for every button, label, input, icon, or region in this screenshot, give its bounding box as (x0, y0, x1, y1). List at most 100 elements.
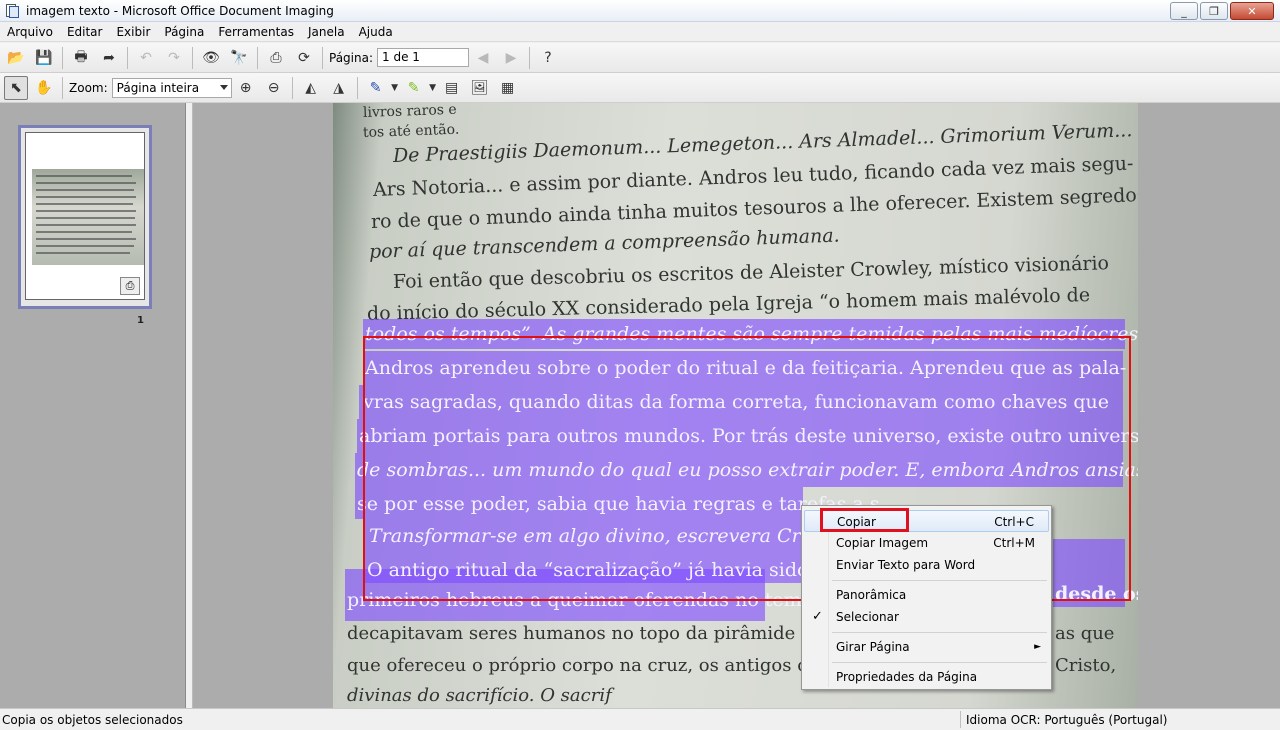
menu-editar[interactable]: Editar (60, 22, 110, 42)
find-button[interactable]: 🔭 (227, 46, 251, 70)
minimize-icon: _ (1181, 4, 1187, 18)
ocr-language: Idioma OCR: Português (Portugal) (966, 712, 1168, 727)
text-line: as que (1055, 623, 1115, 644)
close-button[interactable]: ✕ (1230, 2, 1274, 20)
open-button[interactable]: 📂 (4, 46, 28, 70)
status-divider (960, 711, 961, 728)
binoculars-icon: 🔭 (230, 49, 248, 66)
window-title: imagem texto - Microsoft Office Document… (26, 3, 334, 18)
recognize-text-button[interactable]: 👁 (199, 46, 223, 70)
zoom-in-button[interactable]: ⊕ (234, 76, 258, 100)
menu-item-enviar-texto-para-word[interactable]: Enviar Texto para Word (804, 554, 1049, 576)
thumbnail-pane: ⎙ 1 (0, 103, 186, 708)
zoom-value: Página inteira (116, 80, 200, 95)
folder-open-icon: 📂 (7, 49, 25, 66)
minimize-button[interactable]: _ (1170, 2, 1198, 20)
undo-icon: ↶ (140, 49, 152, 66)
menu-item-selecionar[interactable]: ✓ Selecionar (804, 606, 1049, 628)
picture-icon: 🖼 (470, 79, 489, 96)
text-box-icon: ▤ (445, 79, 459, 96)
menu-item-label: Selecionar (836, 610, 899, 624)
menu-item-label: Propriedades da Página (836, 670, 978, 684)
separator (192, 46, 193, 69)
save-button[interactable]: 💾 (32, 46, 56, 70)
zoom-out-button[interactable]: ⊖ (262, 76, 286, 100)
ocr-badge-icon: ⎙ (120, 277, 140, 295)
separator (529, 46, 531, 69)
zoom-select[interactable]: Página inteira (111, 77, 232, 98)
status-message: Copia os objetos selecionados (2, 712, 183, 727)
rotate-scan-button[interactable]: ⟳ (292, 46, 316, 70)
check-icon: ✓ (812, 609, 823, 624)
menu-exibir[interactable]: Exibir (109, 22, 157, 42)
close-icon: ✕ (1247, 4, 1257, 18)
restore-button[interactable]: ❐ (1200, 2, 1228, 20)
print-button[interactable]: 🖶 (69, 46, 93, 70)
hide-annotations-button[interactable]: ▦ (496, 76, 520, 100)
menu-ajuda[interactable]: Ajuda (352, 22, 400, 42)
send-button[interactable]: ➦ (97, 46, 121, 70)
standard-toolbar: 📂 💾 🖶 ➦ ↶ ↷ 👁 🔭 ⎙ ⟳ Página: 1 de 1 ◀ ▶ ? (0, 43, 1280, 73)
menu-janela[interactable]: Janela (301, 22, 352, 42)
highlighter-button[interactable]: ✎ (402, 76, 426, 100)
thumbnail-image (32, 169, 144, 265)
text-box-button[interactable]: ▤ (440, 76, 464, 100)
page-label: Página: (329, 50, 374, 65)
pen-button[interactable]: ✎ (364, 76, 388, 100)
copiar-callout-box (820, 508, 909, 532)
separator (62, 76, 63, 99)
menu-separator (832, 632, 1047, 633)
menu-pagina[interactable]: Página (157, 22, 211, 42)
page-thumbnail[interactable]: ⎙ (18, 125, 152, 309)
menu-item-label: Girar Página (836, 640, 910, 654)
thumbnail-page-number: 1 (137, 315, 144, 326)
pen-dropdown[interactable]: ▼ (390, 83, 400, 93)
next-page-button[interactable]: ▶ (499, 46, 523, 70)
separator (291, 76, 293, 99)
menu-item-label: Enviar Texto para Word (836, 558, 976, 572)
rotate-right-button[interactable]: ◮ (327, 76, 351, 100)
text-line: Cristo, (1055, 655, 1117, 676)
rotate-right-icon: ◮ (333, 79, 345, 96)
undo-button[interactable]: ↶ (134, 46, 158, 70)
menu-separator (832, 662, 1047, 663)
ocr-icon: ⎙ (270, 49, 282, 66)
thumbnail-page: ⎙ (25, 132, 145, 300)
menu-item-shortcut: Ctrl+M (993, 536, 1035, 550)
page-number-field[interactable]: 1 de 1 (377, 48, 470, 67)
chevron-down-icon: ▼ (391, 82, 399, 93)
menu-item-copiar-imagem[interactable]: Copiar Imagem Ctrl+M (804, 532, 1049, 554)
previous-page-button[interactable]: ◀ (471, 46, 495, 70)
pen-icon: ✎ (369, 79, 382, 96)
highlighter-dropdown[interactable]: ▼ (428, 83, 438, 93)
context-menu: Copiar Ctrl+C Copiar Imagem Ctrl+M Envia… (801, 505, 1052, 690)
save-icon: 💾 (35, 49, 53, 66)
redo-button[interactable]: ↷ (162, 46, 186, 70)
title-bar: imagem texto - Microsoft Office Document… (0, 0, 1280, 22)
highlighter-icon: ✎ (407, 79, 420, 96)
app-window: imagem texto - Microsoft Office Document… (0, 0, 1280, 730)
menu-bar: Arquivo Editar Exibir Página Ferramentas… (0, 22, 1280, 42)
annotation-icon: ▦ (501, 79, 515, 96)
pane-splitter[interactable] (186, 103, 193, 708)
menu-item-label: Copiar Imagem (836, 536, 929, 550)
separator (62, 46, 63, 69)
hand-icon: ✋ (35, 79, 53, 96)
insert-picture-button[interactable]: 🖼 (468, 76, 492, 100)
view-toolbar: ⬉ ✋ Zoom: Página inteira ⊕ ⊖ ◭ ◮ ✎ ▼ ✎ ▼… (0, 73, 1280, 103)
cursor-arrow-icon: ⬉ (10, 79, 22, 96)
select-tool-button[interactable]: ⬉ (4, 75, 28, 100)
pan-tool-button[interactable]: ✋ (32, 76, 56, 100)
ocr-button[interactable]: ⎙ (264, 46, 288, 70)
menu-item-girar-pagina[interactable]: Girar Página ► (804, 636, 1049, 658)
separator (127, 46, 128, 69)
menu-item-panoramica[interactable]: Panorâmica (804, 584, 1049, 606)
submenu-arrow-icon: ► (1034, 642, 1041, 652)
menu-separator (832, 580, 1047, 581)
help-button[interactable]: ? (536, 46, 560, 70)
rotate-left-button[interactable]: ◭ (299, 76, 323, 100)
menu-ferramentas[interactable]: Ferramentas (211, 22, 301, 42)
zoom-out-icon: ⊖ (267, 79, 280, 96)
menu-arquivo[interactable]: Arquivo (0, 22, 60, 42)
menu-item-propriedades-da-pagina[interactable]: Propriedades da Página (804, 666, 1049, 688)
